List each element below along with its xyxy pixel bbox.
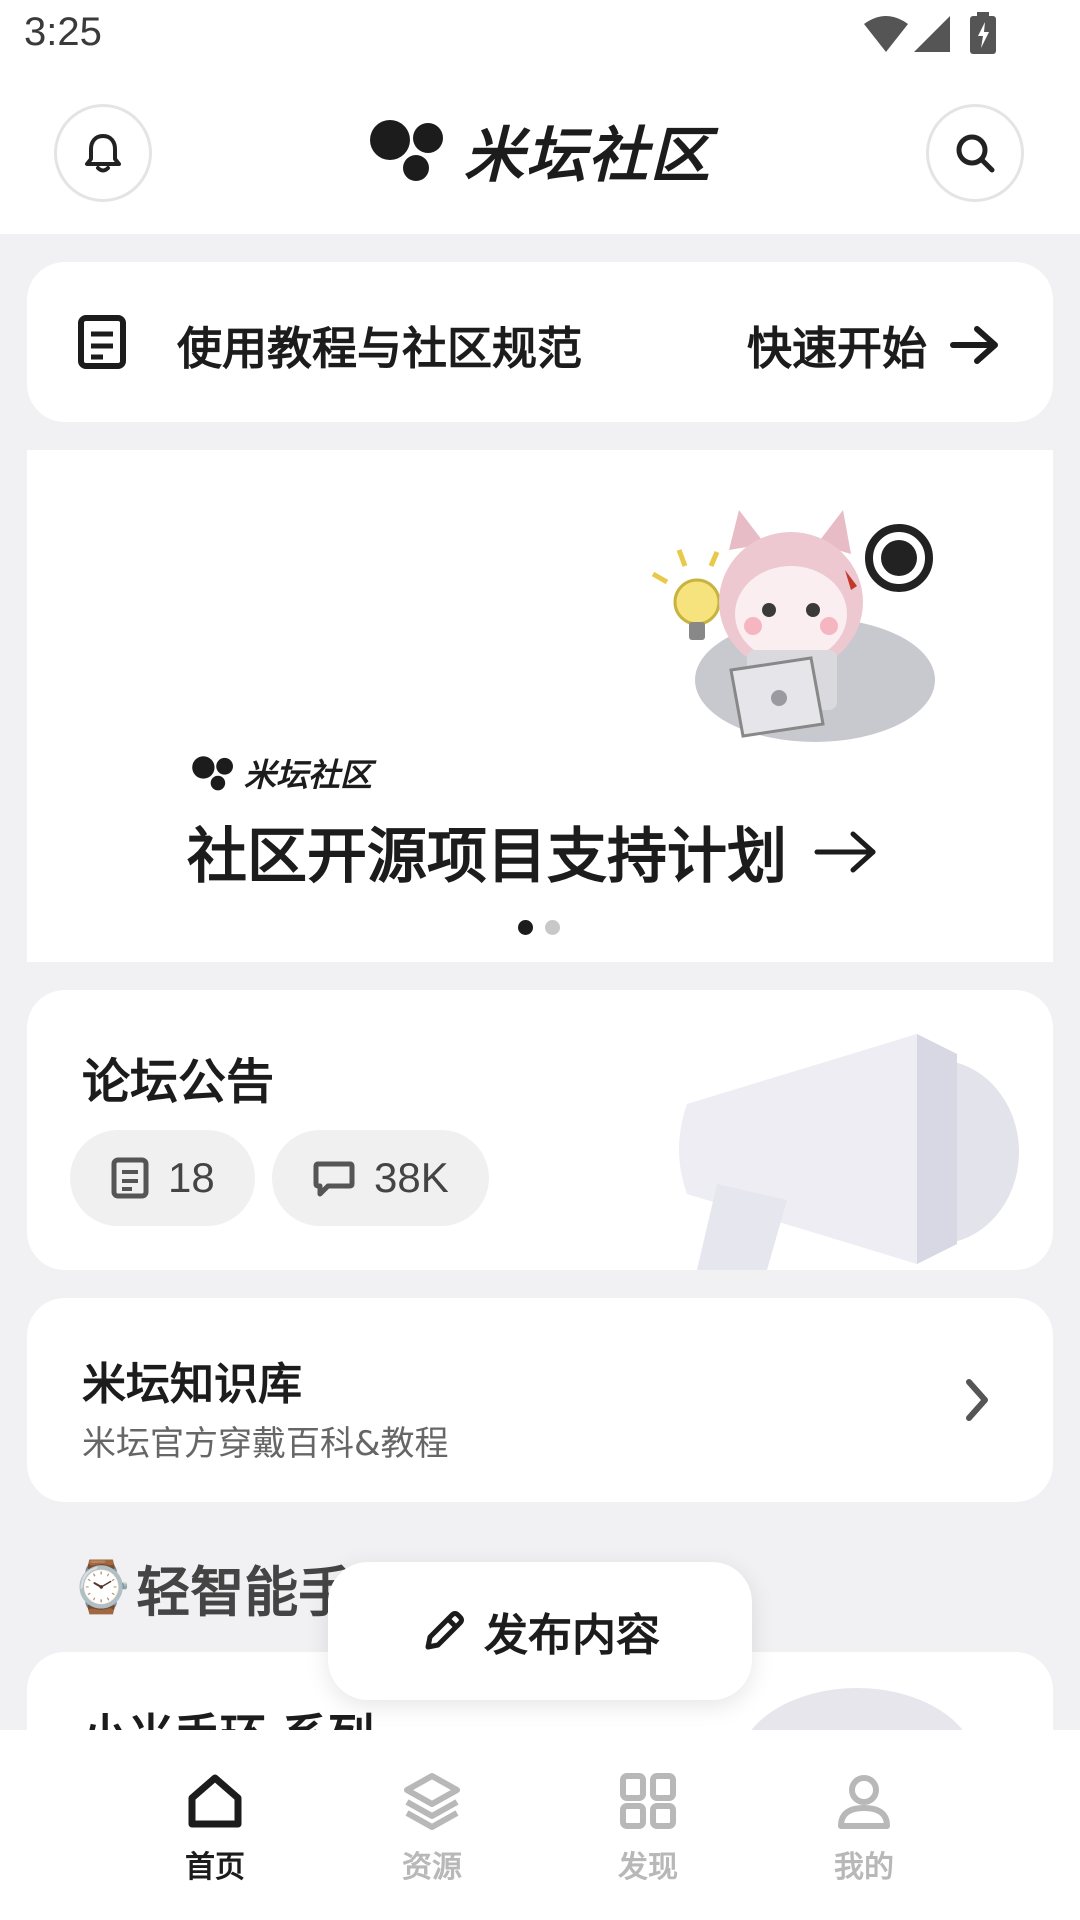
pencil-icon [425, 1611, 464, 1650]
quick-start-label: 快速开始 [746, 322, 927, 375]
megaphone-illustration [679, 1034, 1019, 1270]
banner-title: 社区开源项目支持计划 [187, 808, 879, 895]
brand-dots-icon [370, 120, 443, 181]
document-icon [78, 315, 126, 369]
brand-dots-icon [192, 756, 233, 791]
search-button[interactable] [926, 104, 1024, 202]
nav-resources[interactable]: 资源 [352, 1770, 512, 1886]
status-bar: 3:25 [0, 0, 1080, 74]
nav-discover-label: 发现 [618, 1850, 678, 1885]
nav-profile-label: 我的 [834, 1850, 894, 1885]
banner-illustration [651, 510, 935, 742]
brand-name: 米坛社区 [464, 120, 712, 191]
user-icon [838, 1775, 890, 1829]
chevron-right-icon [966, 1379, 988, 1421]
home-icon [188, 1774, 242, 1828]
knowledge-base-card[interactable]: 米坛知识库 米坛官方穿戴百科&教程 [27, 1298, 1053, 1502]
posts-count-chip: 18 [70, 1130, 255, 1226]
nav-resources-label: 资源 [402, 1850, 462, 1885]
document-icon [111, 1157, 149, 1199]
nav-profile[interactable]: 我的 [784, 1770, 944, 1886]
banner-logo-text: 米坛社区 [244, 756, 373, 794]
notice-title: 论坛公告 [82, 1054, 275, 1110]
banner-title-text: 社区开源项目支持计划 [187, 822, 787, 892]
status-time: 3:25 [24, 10, 102, 54]
guide-title: 使用教程与社区规范 [177, 322, 583, 375]
grid-icon [620, 1773, 676, 1829]
carousel-dot-active[interactable] [518, 920, 533, 935]
knowledge-base-subtitle: 米坛官方穿戴百科&教程 [82, 1424, 449, 1464]
signal-icon [914, 16, 950, 52]
forum-notice-card[interactable]: 论坛公告 18 38K [27, 990, 1053, 1270]
bell-icon [85, 134, 121, 173]
publish-label: 发布内容 [484, 1610, 660, 1661]
arrow-right-icon [814, 831, 876, 872]
notification-button[interactable] [54, 104, 152, 202]
battery-icon [970, 12, 996, 54]
nav-home-label: 首页 [185, 1850, 245, 1885]
knowledge-base-title: 米坛知识库 [82, 1359, 302, 1410]
comment-icon [313, 1161, 355, 1197]
nav-home[interactable]: 首页 [135, 1770, 295, 1886]
banner-carousel[interactable]: 米坛社区 社区开源项目支持计划 [27, 450, 1053, 962]
publish-content-button[interactable]: 发布内容 [328, 1562, 752, 1700]
comments-count-chip: 38K [272, 1130, 489, 1226]
guide-card[interactable]: 使用教程与社区规范 快速开始 [27, 262, 1053, 422]
brand-logo: 米坛社区 [370, 110, 712, 191]
wifi-icon [864, 16, 908, 52]
layers-icon [404, 1773, 460, 1830]
bottom-navigation: 首页 资源 发现 我的 [0, 1730, 1080, 1920]
banner-logo: 米坛社区 [192, 750, 372, 796]
arrow-right-icon [950, 325, 998, 364]
posts-count: 18 [168, 1154, 215, 1201]
search-icon [956, 134, 995, 173]
comments-count: 38K [374, 1154, 449, 1201]
watch-emoji-icon: ⌚ [70, 1558, 133, 1616]
nav-discover[interactable]: 发现 [568, 1770, 728, 1886]
carousel-dot[interactable] [545, 920, 560, 935]
quick-start-link[interactable]: 快速开始 [747, 312, 1001, 377]
